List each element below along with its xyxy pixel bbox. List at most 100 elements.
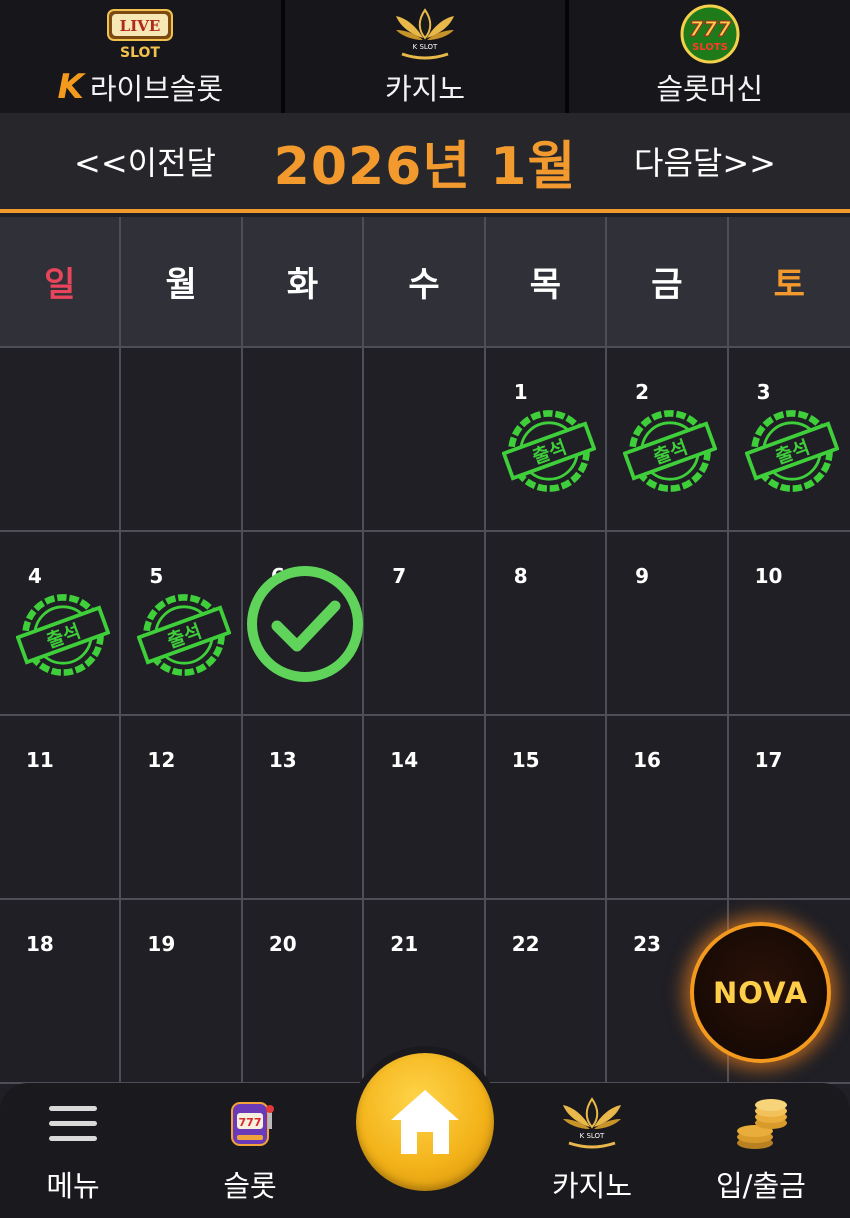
calendar-day-empty bbox=[242, 348, 365, 532]
calendar-day-19[interactable]: 19 bbox=[121, 900, 243, 1084]
day-number: 12 bbox=[147, 748, 176, 772]
attendance-stamp-icon: 출석 bbox=[16, 594, 110, 676]
menu-button[interactable]: 메뉴 bbox=[45, 1083, 101, 1205]
day-number: 2 bbox=[635, 380, 650, 404]
svg-text:777: 777 bbox=[689, 17, 731, 41]
weekday-tue: 화 bbox=[242, 217, 365, 348]
calendar-day-16[interactable]: 16 bbox=[607, 716, 729, 900]
day-number: 17 bbox=[754, 748, 783, 772]
calendar-day-1[interactable]: 1 출석 bbox=[485, 348, 608, 532]
check-circle-icon bbox=[246, 566, 363, 682]
day-number: 5 bbox=[149, 564, 164, 588]
home-button-wrap bbox=[349, 1046, 501, 1198]
tab-live-slot-label-wrap: K 라이브슬롯 bbox=[57, 66, 223, 108]
calendar-day-4[interactable]: 4 출석 bbox=[0, 532, 122, 716]
calendar-day-7[interactable]: 7 bbox=[364, 532, 486, 716]
weekday-sat: 토 bbox=[728, 217, 850, 348]
svg-text:SLOT: SLOT bbox=[120, 45, 160, 61]
deposit-withdraw-label: 입/출금 bbox=[716, 1169, 806, 1203]
attendance-stamp-icon: 출석 bbox=[501, 410, 596, 492]
k-slot-lotus-icon: K SLOT bbox=[390, 4, 460, 64]
svg-text:K SLOT: K SLOT bbox=[580, 1132, 605, 1140]
day-number: 15 bbox=[511, 748, 540, 772]
calendar-day-11[interactable]: 11 bbox=[0, 716, 122, 900]
attendance-stamp-icon: 출석 bbox=[137, 594, 232, 676]
day-number: 19 bbox=[147, 932, 176, 956]
calendar-day-15[interactable]: 15 bbox=[485, 716, 608, 900]
calendar-day-13[interactable]: 13 bbox=[242, 716, 365, 900]
weekday-thu: 목 bbox=[485, 217, 608, 348]
calendar-day-12[interactable]: 12 bbox=[121, 716, 243, 900]
day-number: 10 bbox=[754, 564, 783, 588]
day-number: 3 bbox=[756, 380, 771, 404]
day-number: 1 bbox=[513, 380, 528, 404]
day-number: 13 bbox=[268, 748, 297, 772]
calendar-day-2[interactable]: 2 출석 bbox=[607, 348, 729, 532]
attendance-page: LIVE SLOT K 라이브슬롯 K SLOT 카지노 777 SLOTS 슬… bbox=[0, 0, 850, 1218]
svg-text:SLOTS: SLOTS bbox=[692, 42, 728, 53]
slot-machine-icon: 777 bbox=[222, 1083, 278, 1163]
casino-label: 카지노 bbox=[552, 1169, 633, 1203]
calendar-day-17[interactable]: 17 bbox=[728, 716, 850, 900]
tab-slot-machine[interactable]: 777 SLOTS 슬롯머신 bbox=[569, 0, 850, 113]
day-number: 8 bbox=[513, 564, 528, 588]
weekday-mon: 월 bbox=[121, 217, 243, 348]
coins-icon bbox=[729, 1083, 793, 1163]
weekday-sun: 일 bbox=[0, 217, 122, 348]
home-button[interactable] bbox=[356, 1053, 494, 1191]
777-slots-icon: 777 SLOTS bbox=[678, 4, 742, 64]
next-month-button[interactable]: 다음달>> bbox=[634, 138, 776, 184]
calendar-day-9[interactable]: 9 bbox=[607, 532, 729, 716]
calendar-day-6[interactable]: 6 bbox=[242, 532, 365, 716]
nova-icon: NOVA bbox=[712, 975, 809, 1010]
day-number: 11 bbox=[26, 748, 54, 772]
month-header: <<이전달 2026년 1월 다음달>> bbox=[0, 113, 850, 213]
home-icon bbox=[391, 1090, 459, 1154]
calendar-day-8[interactable]: 8 bbox=[485, 532, 608, 716]
day-number: 16 bbox=[633, 748, 661, 772]
calendar-day-10[interactable]: 10 bbox=[728, 532, 850, 716]
calendar-day-empty bbox=[364, 348, 486, 532]
day-number: 18 bbox=[26, 932, 54, 956]
day-number: 20 bbox=[268, 932, 297, 956]
top-nav: LIVE SLOT K 라이브슬롯 K SLOT 카지노 777 SLOTS 슬… bbox=[0, 0, 850, 113]
calendar-day-3[interactable]: 3 출석 bbox=[728, 348, 850, 532]
calendar-day-18[interactable]: 18 bbox=[0, 900, 122, 1084]
tab-casino-label: 카지노 bbox=[384, 72, 466, 106]
day-number: 9 bbox=[635, 564, 650, 588]
day-number: 7 bbox=[392, 564, 407, 588]
k-slot-lotus-icon: K SLOT bbox=[557, 1083, 627, 1163]
live-slot-logo-icon: LIVE SLOT bbox=[105, 4, 175, 64]
tab-slot-machine-label: 슬롯머신 bbox=[656, 72, 764, 106]
deposit-withdraw-button[interactable]: 입/출금 bbox=[716, 1083, 806, 1205]
day-number: 14 bbox=[390, 748, 419, 772]
menu-icon bbox=[45, 1083, 101, 1163]
k-logo-icon: K bbox=[57, 67, 84, 107]
svg-text:777: 777 bbox=[239, 1116, 262, 1129]
weekday-fri: 금 bbox=[607, 217, 729, 348]
day-number: 4 bbox=[28, 564, 42, 588]
calendar-day-22[interactable]: 22 bbox=[485, 900, 608, 1084]
slot-button[interactable]: 777 슬롯 bbox=[222, 1083, 278, 1205]
menu-label: 메뉴 bbox=[46, 1169, 100, 1203]
prev-month-button[interactable]: <<이전달 bbox=[74, 138, 216, 184]
day-number: 21 bbox=[390, 932, 419, 956]
attendance-stamp-icon: 출석 bbox=[744, 410, 839, 492]
calendar-day-5[interactable]: 5 출석 bbox=[121, 532, 243, 716]
tab-live-slot[interactable]: LIVE SLOT K 라이브슬롯 bbox=[0, 0, 285, 113]
casino-button[interactable]: K SLOT 카지노 bbox=[552, 1083, 632, 1205]
calendar-day-empty bbox=[0, 348, 122, 532]
weekday-header: 일 월 화 수 목 금 토 bbox=[0, 217, 850, 348]
calendar-day-14[interactable]: 14 bbox=[364, 716, 486, 900]
attendance-stamp-icon: 출석 bbox=[623, 410, 718, 492]
calendar-day-20[interactable]: 20 bbox=[242, 900, 365, 1084]
svg-text:LIVE: LIVE bbox=[120, 17, 161, 35]
nova-floating-button[interactable]: NOVA bbox=[690, 922, 831, 1063]
tab-live-slot-label: 라이브슬롯 bbox=[89, 72, 224, 106]
weekday-wed: 수 bbox=[364, 217, 486, 348]
tab-casino[interactable]: K SLOT 카지노 bbox=[284, 0, 570, 113]
day-number: 23 bbox=[633, 932, 661, 956]
day-number: 22 bbox=[511, 932, 540, 956]
svg-text:K SLOT: K SLOT bbox=[413, 43, 438, 51]
calendar-day-empty bbox=[121, 348, 243, 532]
